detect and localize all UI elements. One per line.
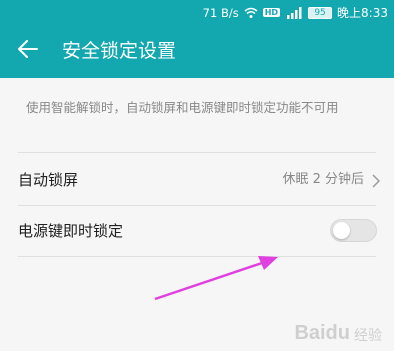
auto-lock-value: 休眠 2 分钟后 (282, 172, 364, 187)
battery-icon: 95 (308, 6, 333, 19)
network-speed: 71 B/s (202, 5, 239, 20)
toggle-knob (333, 222, 350, 239)
back-arrow-icon (18, 40, 38, 62)
auto-lock-row[interactable]: 自动锁屏 休眠 2 分钟后 (0, 153, 394, 205)
wifi-icon (244, 7, 258, 19)
auto-lock-label: 自动锁屏 (18, 171, 79, 189)
power-key-lock-toggle[interactable] (330, 219, 377, 242)
signal-icon (285, 6, 303, 19)
chevron-right-icon (372, 173, 381, 192)
power-key-lock-label: 电源键即时锁定 (18, 222, 124, 240)
app-toolbar: 安全锁定设置 (0, 24, 394, 78)
watermark-logo: Baidu (294, 322, 350, 344)
clock: 晚上8:33 (337, 6, 388, 20)
divider (18, 256, 376, 257)
watermark-sub: 经验 (354, 328, 382, 344)
smart-unlock-notice: 使用智能解锁时，自动锁屏和电源键即时锁定功能不可用 (26, 100, 339, 115)
page-title: 安全锁定设置 (62, 40, 177, 62)
status-bar: 71 B/s HD 95 晚上8:33 (0, 0, 394, 24)
battery-level: 95 (314, 7, 326, 18)
back-button[interactable] (14, 37, 42, 65)
status-icons: 71 B/s HD 95 晚上8:33 (203, 4, 388, 21)
baidu-watermark: Baidu 经验 (294, 322, 382, 345)
hd-badge: HD (262, 8, 281, 17)
